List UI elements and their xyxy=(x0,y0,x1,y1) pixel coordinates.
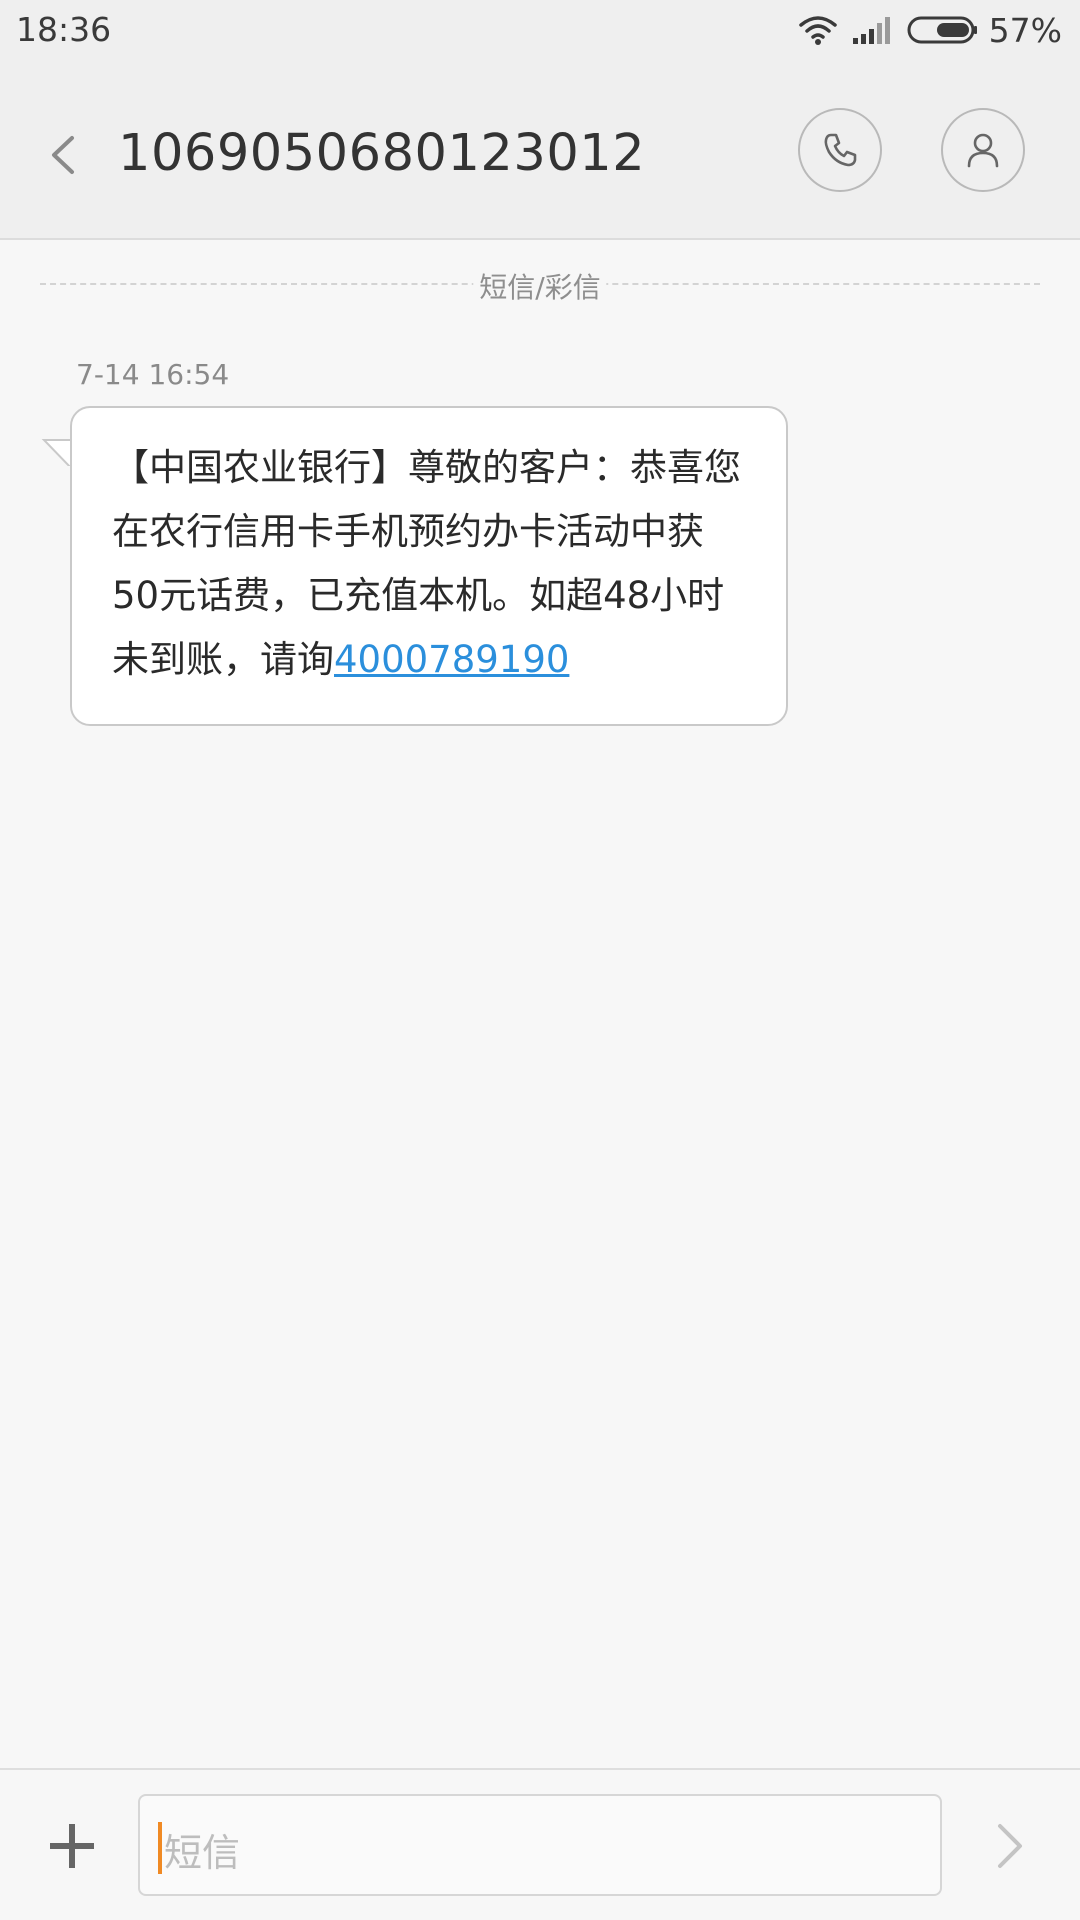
back-arrow-icon xyxy=(52,136,74,174)
send-button[interactable] xyxy=(990,1822,1030,1870)
battery-percent: 57% xyxy=(988,10,1062,50)
contact-number: 1069050680123012 xyxy=(118,124,646,183)
send-arrow-icon xyxy=(998,1824,1022,1868)
sms-input-field[interactable]: 短信 xyxy=(138,1794,942,1896)
message-line-prefix: 未到账，请询 xyxy=(112,638,334,681)
status-indicators: 57% xyxy=(798,10,1062,50)
status-time: 18:36 xyxy=(16,10,112,49)
message-type-divider: 短信/彩信 xyxy=(40,266,1040,306)
back-button[interactable] xyxy=(40,130,90,180)
message-bubble[interactable]: 【中国农业银行】尊敬的客户：恭喜您 在农行信用卡手机预约办卡活动中获 50元话费… xyxy=(70,406,788,726)
message-type-label: 短信/彩信 xyxy=(473,266,607,306)
bubble-tail xyxy=(41,439,73,466)
phone-icon xyxy=(824,133,857,167)
call-button[interactable] xyxy=(798,108,882,192)
message-timestamp: 7-14 16:54 xyxy=(76,358,230,391)
composer-bar: 短信 xyxy=(0,1768,1080,1920)
message-line: 在农行信用卡手机预约办卡活动中获 xyxy=(112,510,704,553)
conversation-header: 1069050680123012 xyxy=(0,60,1080,240)
message-line: 【中国农业银行】尊敬的客户：恭喜您 xyxy=(112,446,741,489)
add-attachment-button[interactable] xyxy=(46,1820,98,1872)
phone-number-link[interactable]: 4000789190 xyxy=(334,638,569,681)
signal-icon xyxy=(852,17,890,44)
plus-icon xyxy=(50,1824,94,1868)
message-bubble-wrapper: 【中国农业银行】尊敬的客户：恭喜您 在农行信用卡手机预约办卡活动中获 50元话费… xyxy=(40,406,790,728)
person-icon xyxy=(967,133,999,168)
message-line: 未到账，请询4000789190 xyxy=(112,628,754,692)
text-caret xyxy=(158,1822,162,1874)
sms-input-placeholder: 短信 xyxy=(164,1831,241,1875)
sms-conversation-screen: 18:36 57% 1069050680123012 短信/彩信 7-14 16… xyxy=(0,0,1080,1920)
status-bar: 18:36 57% xyxy=(0,0,1080,60)
message-line: 50元话费，已充值本机。如超48小时 xyxy=(112,574,725,617)
contact-info-button[interactable] xyxy=(941,108,1025,192)
wifi-icon xyxy=(798,16,837,45)
battery-icon xyxy=(907,16,977,44)
